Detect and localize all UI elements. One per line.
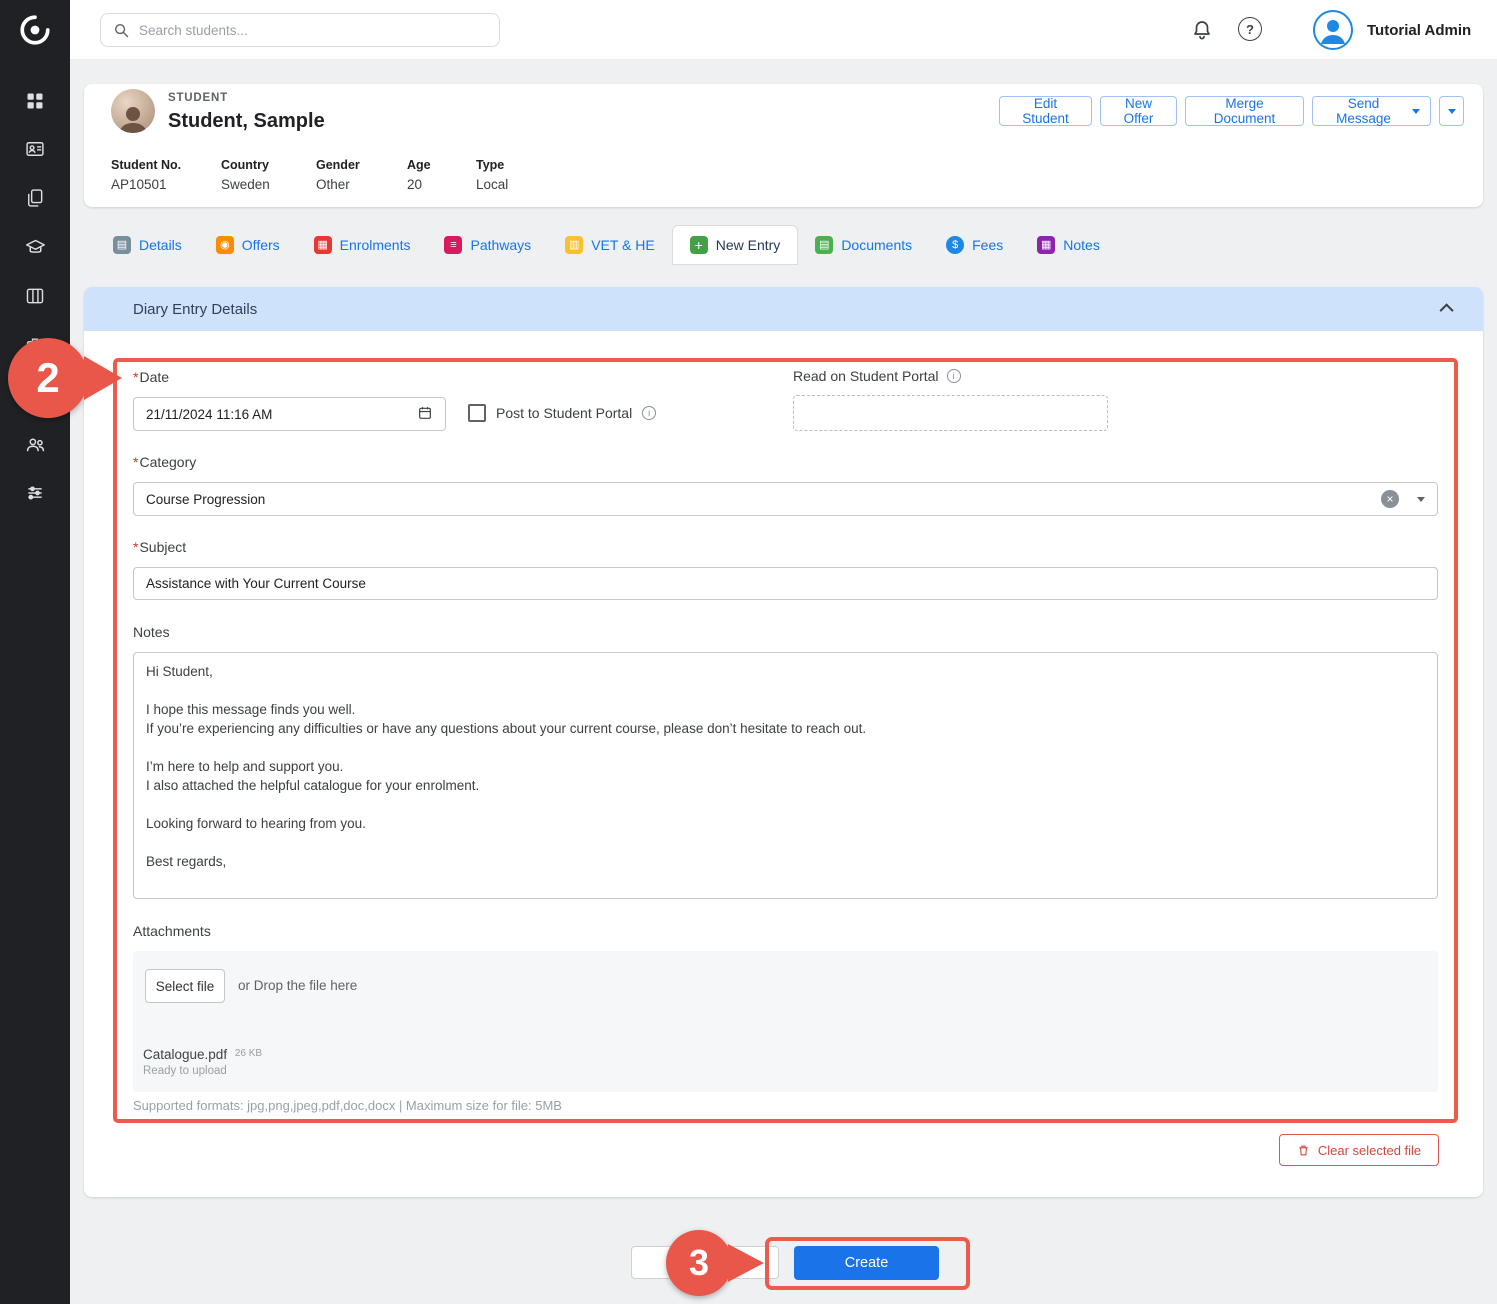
subject-input[interactable]: Assistance with Your Current Course — [133, 567, 1438, 600]
page: ? Tutorial Admin — [0, 0, 1497, 1304]
clear-category-icon[interactable] — [1381, 490, 1399, 508]
tab-vet-he[interactable]: VET & HE — [548, 225, 672, 265]
tab-documents[interactable]: Documents — [798, 225, 929, 265]
tab-details[interactable]: Details — [96, 225, 199, 265]
cancel-button[interactable] — [631, 1246, 779, 1279]
clear-selected-file-button[interactable]: Clear selected file — [1279, 1134, 1439, 1166]
documents-tab-icon — [815, 236, 833, 254]
subject-label: Subject — [133, 539, 186, 555]
notes-icon — [1037, 236, 1055, 254]
category-label: Category — [133, 454, 196, 470]
details-icon — [113, 236, 131, 254]
search-icon — [113, 22, 130, 39]
contacts-icon[interactable] — [0, 129, 70, 169]
file-size: 26 KB — [235, 1048, 262, 1059]
tab-enrolments[interactable]: Enrolments — [297, 225, 428, 265]
date-value: 21/11/2024 11:16 AM — [146, 407, 272, 422]
calendar-icon[interactable] — [417, 405, 433, 424]
category-value: Course Progression — [146, 492, 265, 507]
topbar: ? Tutorial Admin — [70, 0, 1497, 60]
trash-icon — [1297, 1144, 1310, 1157]
tab-offers[interactable]: Offers — [199, 225, 297, 265]
student-name: Student, Sample — [168, 110, 325, 133]
attachments-label: Attachments — [133, 923, 211, 939]
tab-notes[interactable]: Notes — [1020, 225, 1117, 265]
tab-new-entry[interactable]: New Entry — [672, 225, 799, 265]
send-message-button[interactable]: Send Message — [1312, 96, 1431, 126]
read-on-portal-field — [793, 395, 1108, 431]
post-to-portal-checkbox[interactable] — [468, 404, 486, 422]
post-to-portal-row: Post to Student Portal — [468, 404, 656, 422]
summary-country: Country Sweden — [221, 158, 270, 192]
search-input[interactable] — [139, 23, 487, 38]
panel-header: Diary Entry Details — [84, 287, 1483, 331]
student-tabs: Details Offers Enrolments Pathways VET &… — [96, 224, 1117, 266]
offers-icon — [216, 236, 234, 254]
summary-type: Type Local — [476, 158, 508, 192]
info-icon — [947, 369, 961, 383]
select-file-button[interactable]: Select file — [145, 969, 225, 1003]
student-header-card: STUDENT Student, Sample Edit Student New… — [84, 84, 1483, 207]
info-icon — [642, 406, 656, 420]
community-icon[interactable] — [0, 424, 70, 464]
new-entry-icon — [690, 236, 708, 254]
drop-hint: or Drop the file here — [238, 978, 357, 993]
file-name: Catalogue.pdf — [143, 1047, 227, 1062]
date-input[interactable]: 21/11/2024 11:16 AM — [133, 397, 446, 431]
formats-note: Supported formats: jpg,png,jpeg,pdf,doc,… — [133, 1098, 562, 1113]
search-box[interactable] — [100, 13, 500, 47]
chevron-down-icon[interactable] — [1417, 497, 1425, 502]
app-logo[interactable] — [0, 0, 70, 60]
summary-student-no: Student No. AP10501 — [111, 158, 181, 192]
chevron-down-icon — [1448, 109, 1456, 114]
summary-age: Age 20 — [407, 158, 431, 192]
edit-student-button[interactable]: Edit Student — [999, 96, 1092, 126]
sidebar — [0, 0, 70, 1304]
tab-fees[interactable]: Fees — [929, 225, 1020, 265]
enrolments-icon — [314, 236, 332, 254]
read-on-portal-label: Read on Student Portal — [793, 368, 939, 384]
new-offer-button[interactable]: New Offer — [1100, 96, 1177, 126]
collapse-chevron-icon[interactable] — [1440, 303, 1454, 317]
merge-document-button[interactable]: Merge Document — [1185, 96, 1304, 126]
create-button[interactable]: Create — [794, 1246, 939, 1280]
settings-sliders-icon[interactable] — [0, 473, 70, 513]
student-avatar — [111, 89, 155, 133]
notes-label: Notes — [133, 624, 170, 640]
dashboard-icon[interactable] — [0, 81, 70, 121]
courses-icon[interactable] — [0, 227, 70, 267]
user-name: Tutorial Admin — [1367, 0, 1471, 60]
attached-file-row: Catalogue.pdf 26 KB Ready to upload — [143, 1047, 262, 1077]
read-on-portal-row: Read on Student Portal — [793, 368, 961, 384]
briefcase-icon[interactable] — [0, 325, 70, 365]
vet-he-icon — [565, 236, 583, 254]
notifications-bell-icon[interactable] — [1190, 18, 1214, 47]
documents-icon[interactable] — [0, 178, 70, 218]
reports-icon[interactable] — [0, 276, 70, 316]
notes-textarea[interactable]: Hi Student, I hope this message finds yo… — [133, 652, 1438, 899]
more-actions-dropdown-button[interactable] — [1439, 96, 1464, 126]
send-message-label: Send Message — [1323, 96, 1404, 126]
pathways-icon — [444, 236, 462, 254]
summary-gender: Gender Other — [316, 158, 360, 192]
help-icon[interactable]: ? — [1238, 17, 1262, 41]
file-drop-zone[interactable]: Select file or Drop the file here Catalo… — [133, 951, 1438, 1092]
panel-title: Diary Entry Details — [133, 301, 257, 318]
subject-value: Assistance with Your Current Course — [146, 576, 366, 591]
chevron-down-icon — [1412, 109, 1420, 114]
category-select[interactable]: Course Progression — [133, 482, 1438, 516]
fees-icon — [946, 236, 964, 254]
tab-pathways[interactable]: Pathways — [427, 225, 548, 265]
file-status: Ready to upload — [143, 1065, 262, 1077]
post-to-portal-label: Post to Student Portal — [496, 405, 632, 421]
record-kind-label: STUDENT — [168, 92, 228, 104]
date-label: Date — [133, 369, 169, 385]
user-avatar[interactable] — [1313, 10, 1353, 55]
